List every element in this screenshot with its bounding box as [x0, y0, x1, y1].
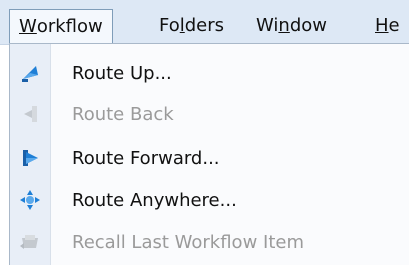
menu-workflow[interactable]: Workflow — [9, 9, 113, 43]
menu-item-route-back[interactable]: Route Back — [10, 96, 409, 132]
menu-folders[interactable]: Fo l ders — [150, 10, 233, 40]
menu-help[interactable]: He — [366, 10, 409, 40]
menu-bar: Workflow Fo l ders Wi n dow He — [0, 0, 409, 45]
menu-workflow-rest: orkflow — [36, 16, 103, 37]
menu-item-label: Route Anywhere... — [72, 189, 237, 211]
route-up-icon — [10, 61, 50, 85]
menu-folders-pre: Fo — [159, 14, 180, 36]
workflow-dropdown: Route Up... Route Back Route Forward... — [9, 43, 409, 265]
menu-window-mnemonic: n — [278, 14, 290, 36]
menu-item-label: Route Back — [72, 103, 174, 125]
menu-item-route-up[interactable]: Route Up... — [10, 55, 409, 91]
menu-window-rest: dow — [289, 14, 327, 36]
menu-item-route-forward[interactable]: Route Forward... — [10, 140, 409, 176]
route-back-icon — [10, 102, 50, 126]
menu-workflow-mnemonic: W — [19, 16, 37, 37]
menu-window-pre: Wi — [256, 14, 279, 36]
menu-help-mnemonic: H — [375, 14, 389, 36]
menu-help-rest: e — [388, 14, 400, 36]
menu-item-label: Route Up... — [72, 62, 172, 84]
menu-item-label: Route Forward... — [72, 147, 220, 169]
recall-icon — [10, 230, 50, 254]
menu-item-route-anywhere[interactable]: Route Anywhere... — [10, 182, 409, 218]
menu-item-recall-last-workflow-item[interactable]: Recall Last Workflow Item — [10, 224, 409, 260]
menu-item-label: Recall Last Workflow Item — [72, 231, 304, 253]
menu-window[interactable]: Wi n dow — [247, 10, 336, 40]
route-anywhere-icon — [10, 188, 50, 212]
route-forward-icon — [10, 146, 50, 170]
menu-folders-rest: ders — [184, 14, 225, 36]
